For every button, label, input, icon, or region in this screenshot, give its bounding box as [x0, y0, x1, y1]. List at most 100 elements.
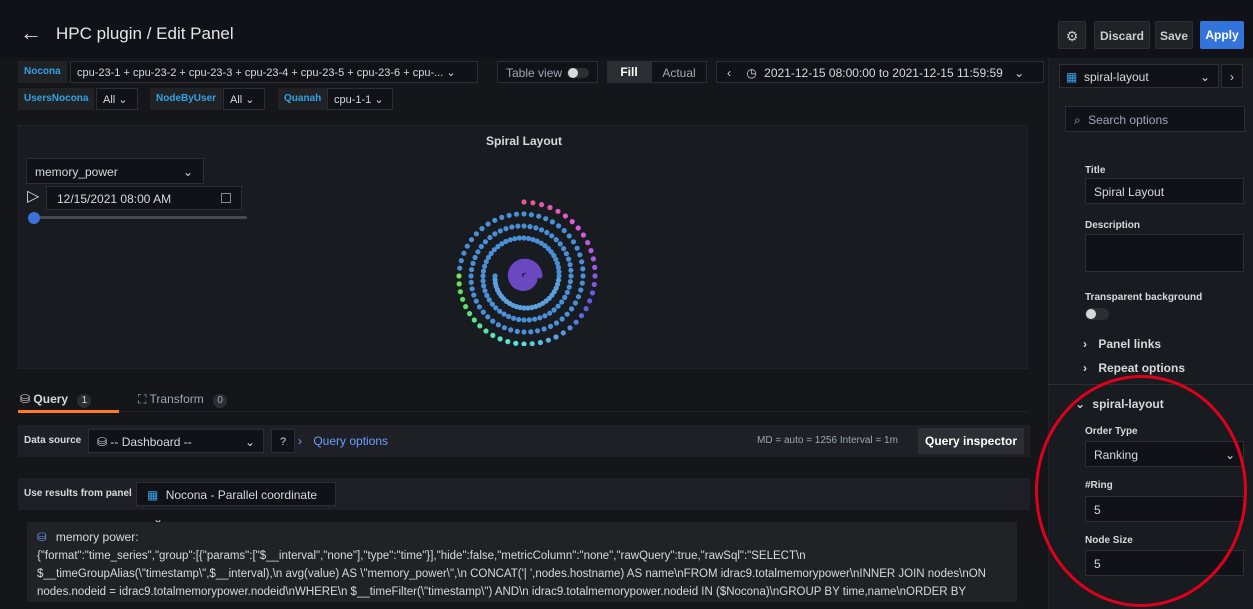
fill-button[interactable]: Fill [607, 61, 651, 83]
spiral-node [543, 216, 549, 222]
panel-preview: Spiral Layout memory_power ⌄ ▷ 12/15/202… [18, 125, 1028, 369]
spiral-node [561, 228, 567, 234]
search-options-input[interactable]: ⌕ Search options [1065, 106, 1245, 132]
spiral-node [521, 235, 527, 241]
transform-icon: ⛶ [138, 392, 147, 406]
time-range-picker[interactable]: ‹ ◷ 2021-12-15 08:00:00 to 2021-12-15 11… [716, 61, 1044, 83]
transparent-background-switch[interactable] [1085, 308, 1109, 320]
tab-query-label: Query [33, 392, 69, 406]
transparent-background-label: Transparent background [1085, 292, 1203, 303]
spiral-node [542, 313, 548, 319]
spiral-chart [456, 199, 598, 346]
nocona-variable-label: Nocona [18, 61, 67, 83]
spiral-node [580, 266, 586, 272]
visualization-picker[interactable]: ▦ spiral-layout ⌄ [1059, 64, 1219, 88]
query-inspector-button[interactable]: Query inspector [918, 428, 1024, 454]
time-slider-thumb[interactable] [28, 212, 40, 224]
spiral-node [480, 268, 487, 274]
query-options-toggle[interactable]: › Query options [298, 434, 388, 448]
spiral-node [480, 273, 486, 279]
search-options-placeholder: Search options [1088, 113, 1169, 127]
quanah-variable-select[interactable]: cpu-1-1 ⌄ [327, 88, 393, 110]
spiral-node [463, 304, 469, 310]
spiral-node [471, 317, 477, 323]
panel-icon: ▦ [1066, 70, 1078, 84]
spiral-node [513, 340, 519, 346]
table-view-toggle[interactable]: Table view [497, 61, 598, 83]
data-source-label: Data source [24, 435, 82, 446]
panel-icon: ▦ [147, 488, 159, 502]
collapse-options-button[interactable]: › [1221, 64, 1243, 88]
spiral-node [559, 299, 565, 305]
spiral-node [528, 212, 534, 218]
repeat-options-section[interactable]: › Repeat options [1083, 361, 1185, 375]
spiral-node [485, 314, 491, 320]
back-arrow-icon[interactable]: ← [20, 22, 42, 44]
spiral-node [512, 236, 518, 242]
play-icon[interactable]: ▷ [27, 186, 39, 206]
spiral-node [486, 297, 492, 303]
calendar-icon[interactable] [221, 193, 231, 203]
title-label: Title [1085, 165, 1106, 176]
spiral-node [573, 319, 579, 325]
chevron-down-icon: ⌄ [182, 165, 193, 179]
panel-links-label: Panel links [1098, 337, 1162, 351]
spiral-node [476, 304, 482, 310]
tab-query[interactable]: ⛁ Query 1 [20, 392, 92, 408]
discard-button[interactable]: Discard [1094, 21, 1150, 49]
datetime-input[interactable]: 12/15/2021 08:00 AM [46, 186, 242, 210]
spiral-node [468, 237, 475, 243]
metric-select[interactable]: memory_power ⌄ [26, 158, 204, 184]
tab-transform[interactable]: ⛶ Transform 0 [138, 392, 228, 408]
spiral-node [563, 251, 569, 257]
spiral-node [505, 339, 511, 345]
top-bar: ← HPC plugin / Edit Panel ⚙ Discard Save… [0, 0, 1253, 58]
title-input[interactable]: Spiral Layout [1085, 178, 1244, 204]
use-results-select[interactable]: ▦ Nocona - Parallel coordinate ⌄ [136, 482, 336, 526]
spiral-node [588, 248, 594, 254]
spiral-node [555, 303, 561, 309]
spiral-node [499, 214, 505, 220]
spiral-node [456, 273, 462, 279]
spiral-node [579, 259, 585, 265]
spiral-core [507, 258, 543, 291]
prev-range-icon[interactable]: ‹ [727, 66, 731, 80]
spiral-node [457, 265, 463, 271]
spiral-node [555, 208, 561, 214]
tab-transform-count: 0 [213, 394, 228, 408]
query-tabs: ⛁ Query 1 ⛶ Transform 0 [18, 380, 1028, 413]
query-interval-info: MD = auto = 1256 Interval = 1m [757, 435, 898, 446]
nodebyuser-variable-select[interactable]: All ⌄ [223, 88, 265, 110]
save-button[interactable]: Save [1155, 21, 1193, 49]
spiral-node [478, 243, 484, 250]
spiral-node [509, 224, 515, 230]
spiral-node [506, 212, 512, 218]
spiral-node [567, 279, 573, 285]
panel-links-section[interactable]: › Panel links [1083, 337, 1161, 351]
panel-title: Spiral Layout [485, 134, 562, 148]
gear-icon[interactable]: ⚙ [1058, 21, 1086, 49]
actual-button[interactable]: Actual [651, 61, 707, 83]
help-icon[interactable]: ? [271, 429, 295, 453]
spiral-node [487, 234, 493, 241]
spiral-node [560, 330, 566, 336]
spiral-node [553, 320, 560, 326]
nocona-variable-select[interactable]: cpu-23-1 + cpu-23-2 + cpu-23-3 + cpu-23-… [70, 61, 478, 83]
spiral-node [483, 328, 489, 334]
spiral-node [559, 316, 565, 322]
spiral-node [547, 310, 553, 316]
spiral-node [566, 284, 572, 290]
description-textarea[interactable] [1085, 234, 1244, 272]
spiral-node [532, 316, 538, 322]
spiral-node [547, 204, 553, 211]
users-variable-select[interactable]: All ⌄ [96, 88, 138, 110]
spiral-node [471, 292, 477, 298]
spiral-node [507, 237, 513, 243]
tab-transform-label: Transform [149, 392, 204, 406]
spiral-node [572, 300, 578, 306]
data-source-select[interactable]: ⛁ -- Dashboard -- ⌄ [88, 429, 264, 453]
spiral-node [506, 313, 512, 320]
apply-button[interactable]: Apply [1200, 21, 1244, 49]
spiral-node [590, 256, 596, 262]
time-slider-track[interactable] [31, 216, 247, 219]
